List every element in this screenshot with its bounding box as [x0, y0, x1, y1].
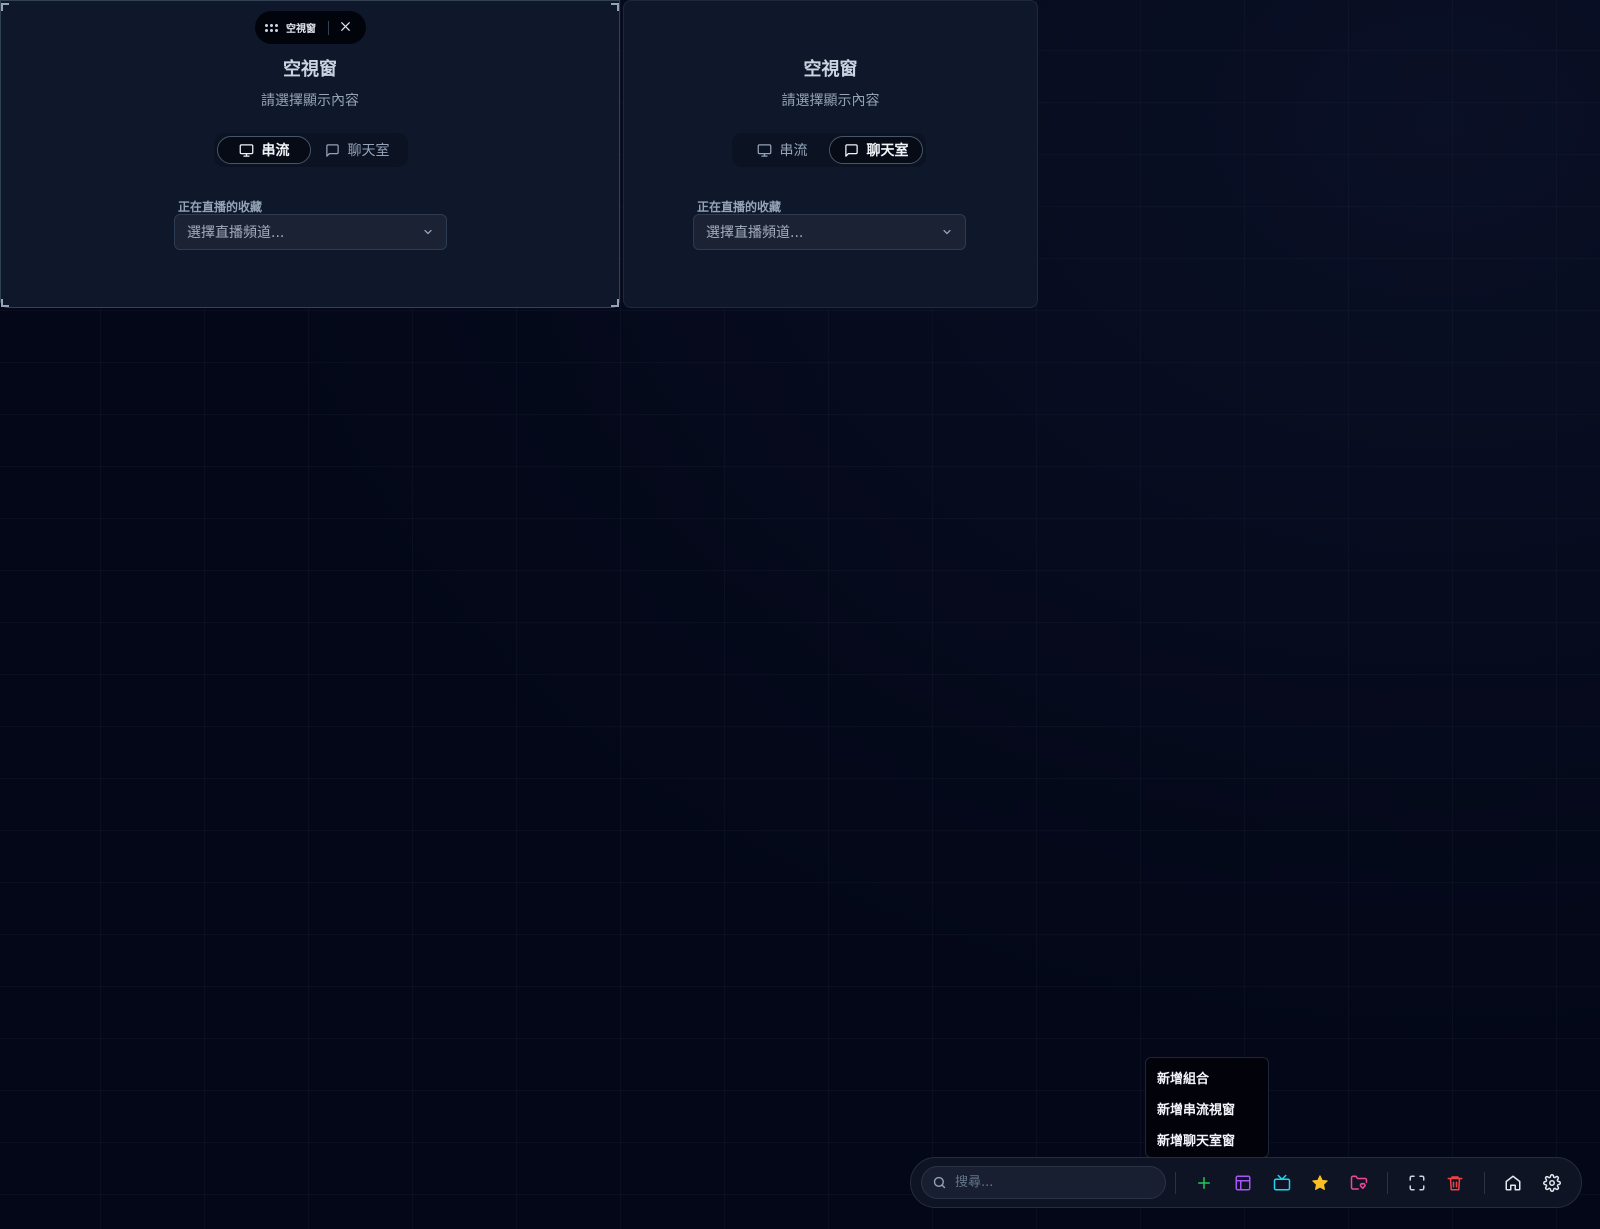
add-menu: 新增組合 新增串流視窗 新增聊天室窗: [1145, 1057, 1269, 1158]
gear-icon: [1542, 1173, 1561, 1192]
monitor-icon: [239, 143, 253, 157]
search-icon: [933, 1176, 946, 1189]
settings-button[interactable]: [1532, 1165, 1571, 1201]
channel-select[interactable]: 選擇直播頻道...: [174, 214, 447, 250]
menu-item-add-group[interactable]: 新增組合: [1146, 1064, 1268, 1095]
channel-select-value: 選擇直播頻道...: [187, 225, 285, 241]
content-type-toggle: 串流 聊天室: [214, 133, 408, 167]
menu-item-add-stream-window[interactable]: 新增串流視窗: [1146, 1095, 1268, 1126]
toolbar-divider: [1175, 1171, 1176, 1194]
resize-handle-top-left[interactable]: [1, 3, 9, 11]
chat-bubble-icon: [325, 143, 339, 157]
live-favorites-label: 正在直播的收藏: [697, 200, 782, 214]
empty-viewer-panel-1[interactable]: 空視窗 空視窗 請選擇顯示內容 串流 聊天室 正在直播的收藏 選擇直播頻道...: [0, 0, 620, 308]
resize-handle-bottom-left[interactable]: [1, 299, 9, 307]
star-icon: [1312, 1174, 1328, 1190]
channel-select-value: 選擇直播頻道...: [706, 225, 804, 241]
layout-button[interactable]: [1224, 1165, 1263, 1201]
search-box[interactable]: [921, 1166, 1166, 1199]
panel-subtitle: 請選擇顯示內容: [781, 93, 880, 109]
live-favorites-label: 正在直播的收藏: [178, 200, 263, 214]
tab-chat[interactable]: 聊天室: [829, 136, 923, 164]
resize-handle-top-right[interactable]: [611, 3, 619, 11]
tab-chat-label: 聊天室: [347, 143, 390, 159]
drag-handle-icon[interactable]: [265, 23, 278, 32]
home-icon: [1505, 1175, 1521, 1190]
fullscreen-button[interactable]: [1397, 1165, 1436, 1201]
delete-button[interactable]: [1436, 1165, 1475, 1201]
panel-title: 空視窗: [283, 59, 337, 80]
layout-icon: [1235, 1175, 1251, 1190]
folder-heart-icon: [1350, 1175, 1368, 1190]
tv-icon: [1273, 1174, 1290, 1190]
panel-subtitle: 請選擇顯示內容: [261, 93, 359, 109]
chevron-down-icon: [424, 229, 432, 235]
monitor-icon: [757, 143, 771, 157]
home-button[interactable]: [1494, 1165, 1533, 1201]
resize-handle-bottom-right[interactable]: [611, 299, 619, 307]
panel-title: 空視窗: [803, 59, 858, 80]
fullscreen-icon: [1409, 1175, 1425, 1190]
close-icon[interactable]: [339, 20, 352, 36]
chevron-down-icon: [943, 229, 951, 235]
tv-button[interactable]: [1262, 1165, 1301, 1201]
menu-item-add-chat-window[interactable]: 新增聊天室窗: [1146, 1126, 1268, 1157]
trash-icon: [1447, 1175, 1463, 1190]
panel-header-pill[interactable]: 空視窗: [255, 11, 366, 44]
panel-header-title: 空視窗: [286, 24, 316, 35]
divider: [328, 20, 329, 35]
tab-stream-label: 串流: [779, 143, 808, 159]
search-input[interactable]: [955, 1175, 1155, 1190]
favorites-button[interactable]: [1301, 1165, 1340, 1201]
toolbar-divider: [1483, 1171, 1485, 1194]
tab-stream[interactable]: 串流: [735, 136, 829, 164]
channel-select[interactable]: 選擇直播頻道...: [693, 214, 966, 250]
plus-icon: [1198, 1176, 1211, 1189]
content-type-toggle: 串流 聊天室: [732, 133, 926, 167]
chat-bubble-icon: [844, 143, 858, 157]
tab-chat-label: 聊天室: [866, 143, 909, 159]
bottom-toolbar: [910, 1157, 1582, 1208]
empty-viewer-panel-2[interactable]: 空視窗 請選擇顯示內容 串流 聊天室 正在直播的收藏 選擇直播頻道...: [623, 0, 1038, 308]
add-button[interactable]: [1185, 1165, 1224, 1201]
tab-stream-label: 串流: [261, 143, 290, 159]
tab-chat[interactable]: 聊天室: [311, 136, 403, 164]
folder-button[interactable]: [1340, 1165, 1379, 1201]
toolbar-divider: [1387, 1171, 1389, 1194]
tab-stream[interactable]: 串流: [217, 136, 311, 164]
